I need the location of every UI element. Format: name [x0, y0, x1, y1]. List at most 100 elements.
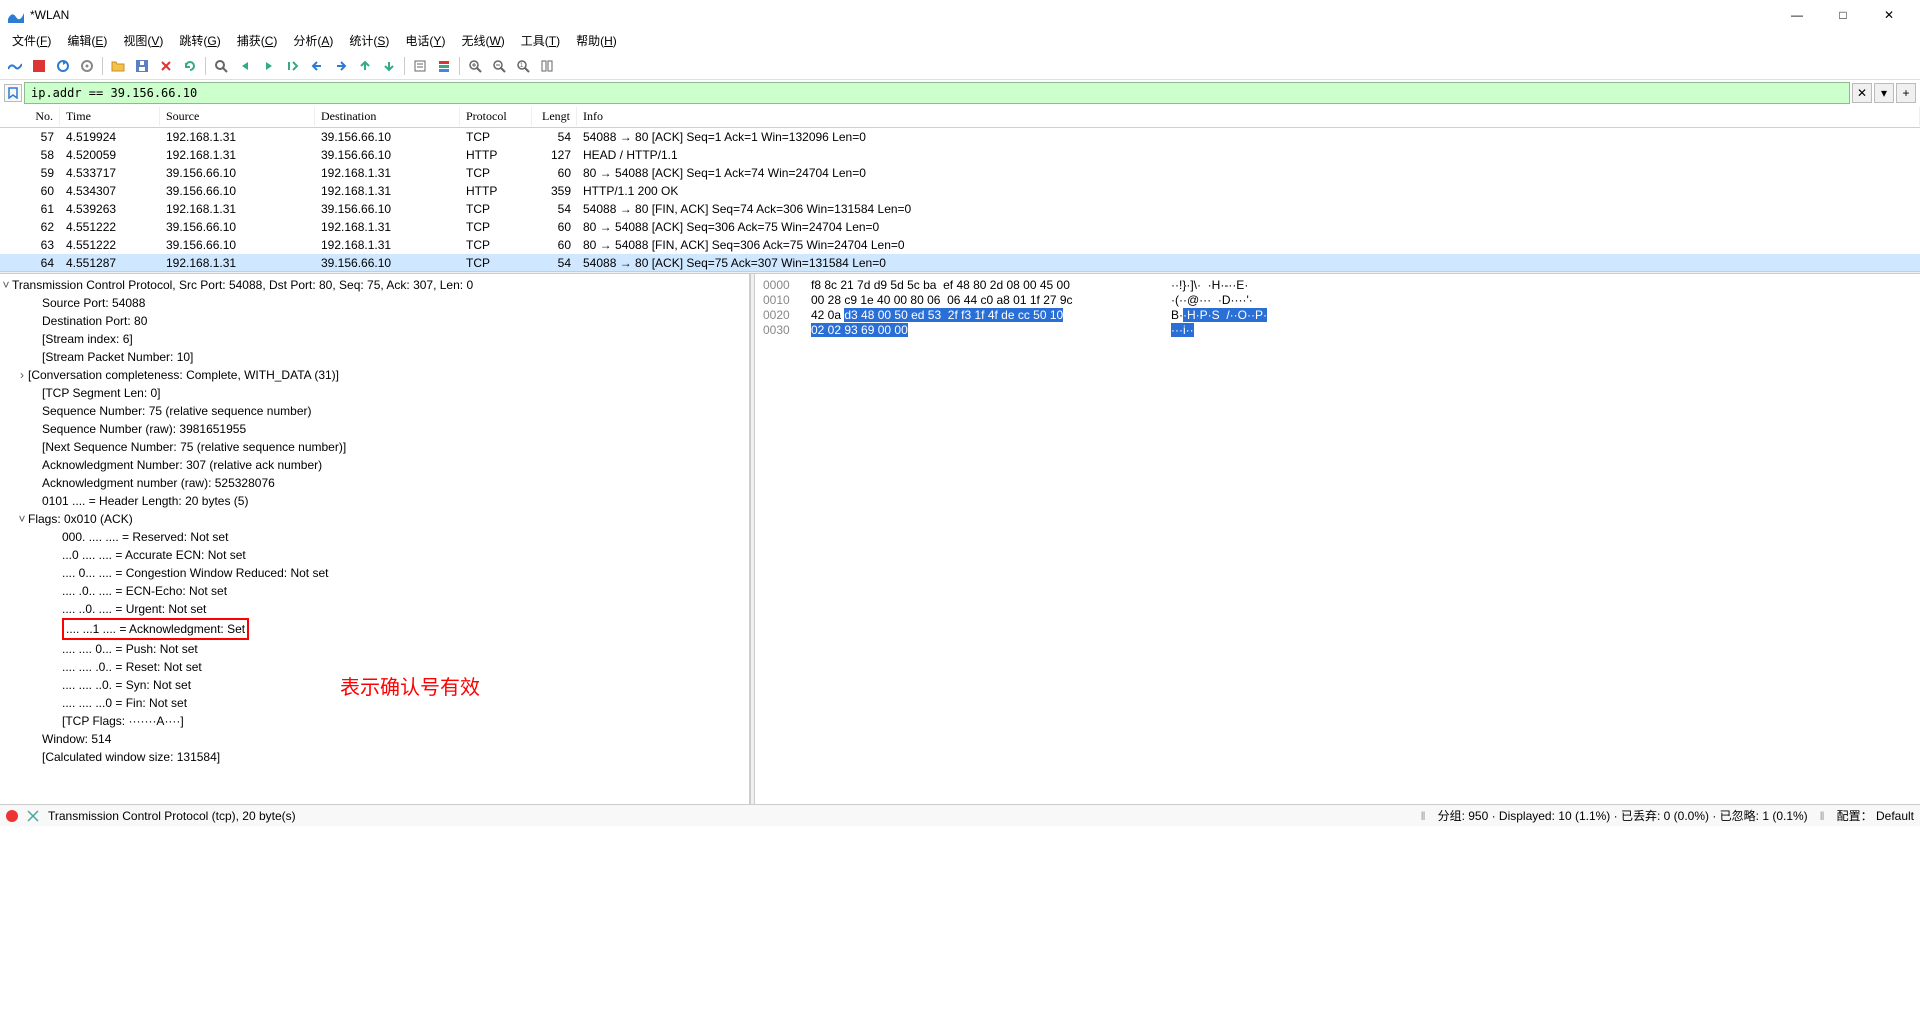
menubar: 文件(F)编辑(E)视图(V)跳转(G)捕获(C)分析(A)统计(S)电话(Y)… [0, 30, 1920, 52]
capture-options-button[interactable] [76, 55, 98, 77]
zoom-in-button[interactable] [464, 55, 486, 77]
goto-last-button[interactable] [330, 55, 352, 77]
capture-file-icon[interactable] [26, 809, 40, 823]
detail-line[interactable]: Acknowledgment number (raw): 525328076 [0, 474, 749, 492]
detail-line[interactable]: Window: 514 [0, 730, 749, 748]
detail-line[interactable]: ...0 .... .... = Accurate ECN: Not set [0, 546, 749, 564]
filter-add-button[interactable]: + [1896, 83, 1916, 103]
find-button[interactable] [210, 55, 232, 77]
hex-dump-pane[interactable]: 0000f8 8c 21 7d d9 5d 5c ba ef 48 80 2d … [755, 274, 1920, 804]
col-header-protocol[interactable]: Protocol [460, 107, 532, 126]
menu-编辑[interactable]: 编辑(E) [59, 30, 115, 51]
close-file-button[interactable] [155, 55, 177, 77]
menu-文件[interactable]: 文件(F) [4, 30, 59, 51]
detail-line[interactable]: Sequence Number (raw): 3981651955 [0, 420, 749, 438]
hex-row[interactable]: 0000f8 8c 21 7d d9 5d 5c ba ef 48 80 2d … [763, 278, 1912, 293]
detail-ack-flag-row[interactable]: .... ...1 .... = Acknowledgment: Set [0, 618, 749, 640]
menu-跳转[interactable]: 跳转(G) [171, 30, 228, 51]
detail-line[interactable]: .... .... 0... = Push: Not set [0, 640, 749, 658]
colorize-button[interactable] [433, 55, 455, 77]
zoom-out-button[interactable] [488, 55, 510, 77]
packet-list-body[interactable]: 574.519924192.168.1.3139.156.66.10TCP545… [0, 128, 1920, 271]
expand-icon[interactable]: ˅ [16, 510, 28, 528]
expert-info-icon[interactable] [6, 810, 18, 822]
hex-row[interactable]: 003002 02 93 69 00 00···i·· [763, 323, 1912, 338]
start-capture-button[interactable] [4, 55, 26, 77]
go-prev-button[interactable] [234, 55, 256, 77]
col-header-time[interactable]: Time [60, 107, 160, 126]
detail-line[interactable]: .... ..0. .... = Urgent: Not set [0, 600, 749, 618]
menu-捕获[interactable]: 捕获(C) [229, 30, 286, 51]
wireshark-logo-icon [8, 7, 24, 23]
menu-工具[interactable]: 工具(T) [513, 30, 568, 51]
detail-line[interactable]: .... .... .0.. = Reset: Not set [0, 658, 749, 676]
maximize-button[interactable]: □ [1820, 0, 1866, 30]
goto-first-button[interactable] [306, 55, 328, 77]
detail-conv[interactable]: [Conversation completeness: Complete, WI… [28, 368, 339, 382]
detail-line[interactable]: .... .0.. .... = ECN-Echo: Not set [0, 582, 749, 600]
go-down-arrow-button[interactable] [378, 55, 400, 77]
detail-line[interactable]: [TCP Flags: ·······A····] [0, 712, 749, 730]
packet-row[interactable]: 624.55122239.156.66.10192.168.1.31TCP608… [0, 218, 1920, 236]
detail-line[interactable]: [Stream Packet Number: 10] [0, 348, 749, 366]
detail-line[interactable]: Acknowledgment Number: 307 (relative ack… [0, 456, 749, 474]
open-file-button[interactable] [107, 55, 129, 77]
stop-capture-button[interactable] [28, 55, 50, 77]
detail-line[interactable]: [TCP Segment Len: 0] [0, 384, 749, 402]
packet-row[interactable]: 574.519924192.168.1.3139.156.66.10TCP545… [0, 128, 1920, 146]
col-header-source[interactable]: Source [160, 107, 315, 126]
detail-line[interactable]: [Stream index: 6] [0, 330, 749, 348]
col-header-info[interactable]: Info [577, 107, 1920, 126]
detail-line[interactable]: Source Port: 54088 [0, 294, 749, 312]
menu-视图[interactable]: 视图(V) [115, 30, 171, 51]
go-next-button[interactable] [258, 55, 280, 77]
detail-line[interactable]: Sequence Number: 75 (relative sequence n… [0, 402, 749, 420]
filter-bookmark-button[interactable] [4, 84, 22, 102]
menu-帮助[interactable]: 帮助(H) [568, 30, 625, 51]
packet-row[interactable]: 614.539263192.168.1.3139.156.66.10TCP545… [0, 200, 1920, 218]
detail-line[interactable]: 0101 .... = Header Length: 20 bytes (5) [0, 492, 749, 510]
menu-统计[interactable]: 统计(S) [341, 30, 397, 51]
zoom-reset-button[interactable]: 1 [512, 55, 534, 77]
menu-无线[interactable]: 无线(W) [453, 30, 512, 51]
display-filter-input[interactable] [24, 82, 1850, 104]
menu-分析[interactable]: 分析(A) [285, 30, 341, 51]
col-header-length[interactable]: Lengt [532, 107, 577, 126]
packet-row[interactable]: 594.53371739.156.66.10192.168.1.31TCP608… [0, 164, 1920, 182]
packet-row[interactable]: 644.551287192.168.1.3139.156.66.10TCP545… [0, 254, 1920, 271]
detail-line[interactable]: .... .... ...0 = Fin: Not set [0, 694, 749, 712]
detail-flags-root[interactable]: Flags: 0x010 (ACK) [28, 512, 133, 526]
statusbar: Transmission Control Protocol (tcp), 20 … [0, 804, 1920, 826]
main-toolbar: 1 [0, 52, 1920, 80]
detail-line[interactable]: .... .... ..0. = Syn: Not set [0, 676, 749, 694]
minimize-button[interactable]: — [1774, 0, 1820, 30]
detail-line[interactable]: .... 0... .... = Congestion Window Reduc… [0, 564, 749, 582]
col-header-no[interactable]: No. [0, 107, 60, 126]
detail-root[interactable]: Transmission Control Protocol, Src Port:… [12, 278, 473, 292]
packet-row[interactable]: 584.520059192.168.1.3139.156.66.10HTTP12… [0, 146, 1920, 164]
reload-button[interactable] [179, 55, 201, 77]
packet-row[interactable]: 634.55122239.156.66.10192.168.1.31TCP608… [0, 236, 1920, 254]
expand-icon[interactable]: ˅ [0, 276, 12, 294]
status-profile[interactable]: 配置： Default [1837, 807, 1914, 824]
hex-row[interactable]: 002042 0a d3 48 00 50 ed 53 2f f3 1f 4f … [763, 308, 1912, 323]
filter-clear-button[interactable]: ✕ [1852, 83, 1872, 103]
expand-icon[interactable]: › [16, 366, 28, 384]
col-header-destination[interactable]: Destination [315, 107, 460, 126]
detail-line[interactable]: Destination Port: 80 [0, 312, 749, 330]
close-button[interactable]: ✕ [1866, 0, 1912, 30]
menu-电话[interactable]: 电话(Y) [397, 30, 453, 51]
detail-line[interactable]: [Next Sequence Number: 75 (relative sequ… [0, 438, 749, 456]
restart-capture-button[interactable] [52, 55, 74, 77]
save-file-button[interactable] [131, 55, 153, 77]
jump-button[interactable] [282, 55, 304, 77]
hex-row[interactable]: 001000 28 c9 1e 40 00 80 06 06 44 c0 a8 … [763, 293, 1912, 308]
filter-history-button[interactable]: ▾ [1874, 83, 1894, 103]
autoscroll-button[interactable] [409, 55, 431, 77]
resize-columns-button[interactable] [536, 55, 558, 77]
packet-row[interactable]: 604.53430739.156.66.10192.168.1.31HTTP35… [0, 182, 1920, 200]
detail-line[interactable]: [Calculated window size: 131584] [0, 748, 749, 766]
go-up-arrow-button[interactable] [354, 55, 376, 77]
packet-details-pane[interactable]: ˅Transmission Control Protocol, Src Port… [0, 274, 750, 804]
detail-line[interactable]: 000. .... .... = Reserved: Not set [0, 528, 749, 546]
